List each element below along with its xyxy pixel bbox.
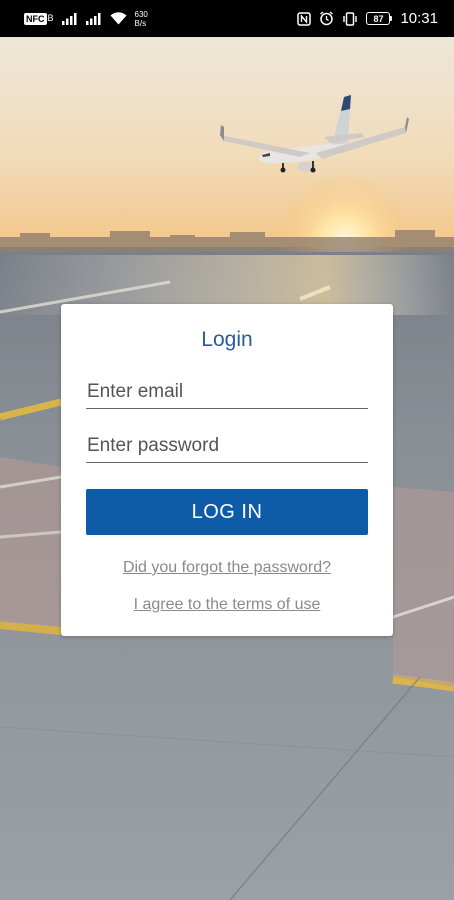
login-button[interactable]: LOG IN — [86, 489, 368, 535]
signal-icon — [85, 12, 102, 25]
net-speed-value: 630 — [134, 9, 148, 19]
wifi-icon — [110, 12, 127, 25]
email-field[interactable] — [86, 375, 368, 409]
sim-suffix: B — [47, 13, 54, 23]
vibrate-icon — [342, 11, 358, 26]
battery-icon: 87 — [366, 12, 393, 25]
login-title: Login — [201, 328, 253, 351]
status-bar-left: NFC B 630 B/s — [24, 10, 148, 28]
login-screen: NFC B 630 B/s 87 10:31 Login Enter email… — [0, 0, 454, 900]
password-field[interactable] — [86, 429, 368, 463]
sim-icon: NFC B — [24, 12, 54, 25]
net-speed-unit: B/s — [134, 18, 147, 28]
signal-icon — [61, 12, 78, 25]
sim-label: NFC — [24, 12, 47, 25]
status-bar: NFC B 630 B/s 87 10:31 — [0, 0, 454, 37]
clock: 10:31 — [400, 10, 438, 27]
status-bar-right: 87 10:31 — [297, 10, 438, 27]
forgot-password-link[interactable]: Did you forgot the password? — [61, 559, 393, 577]
network-speed: 630 B/s — [135, 10, 148, 28]
alarm-icon — [319, 11, 334, 26]
battery-level: 87 — [366, 12, 391, 25]
login-card: Login LOG IN Did you forgot the password… — [61, 304, 393, 636]
terms-of-use-link[interactable]: I agree to the terms of use — [61, 596, 393, 614]
nfc-icon — [297, 11, 312, 26]
